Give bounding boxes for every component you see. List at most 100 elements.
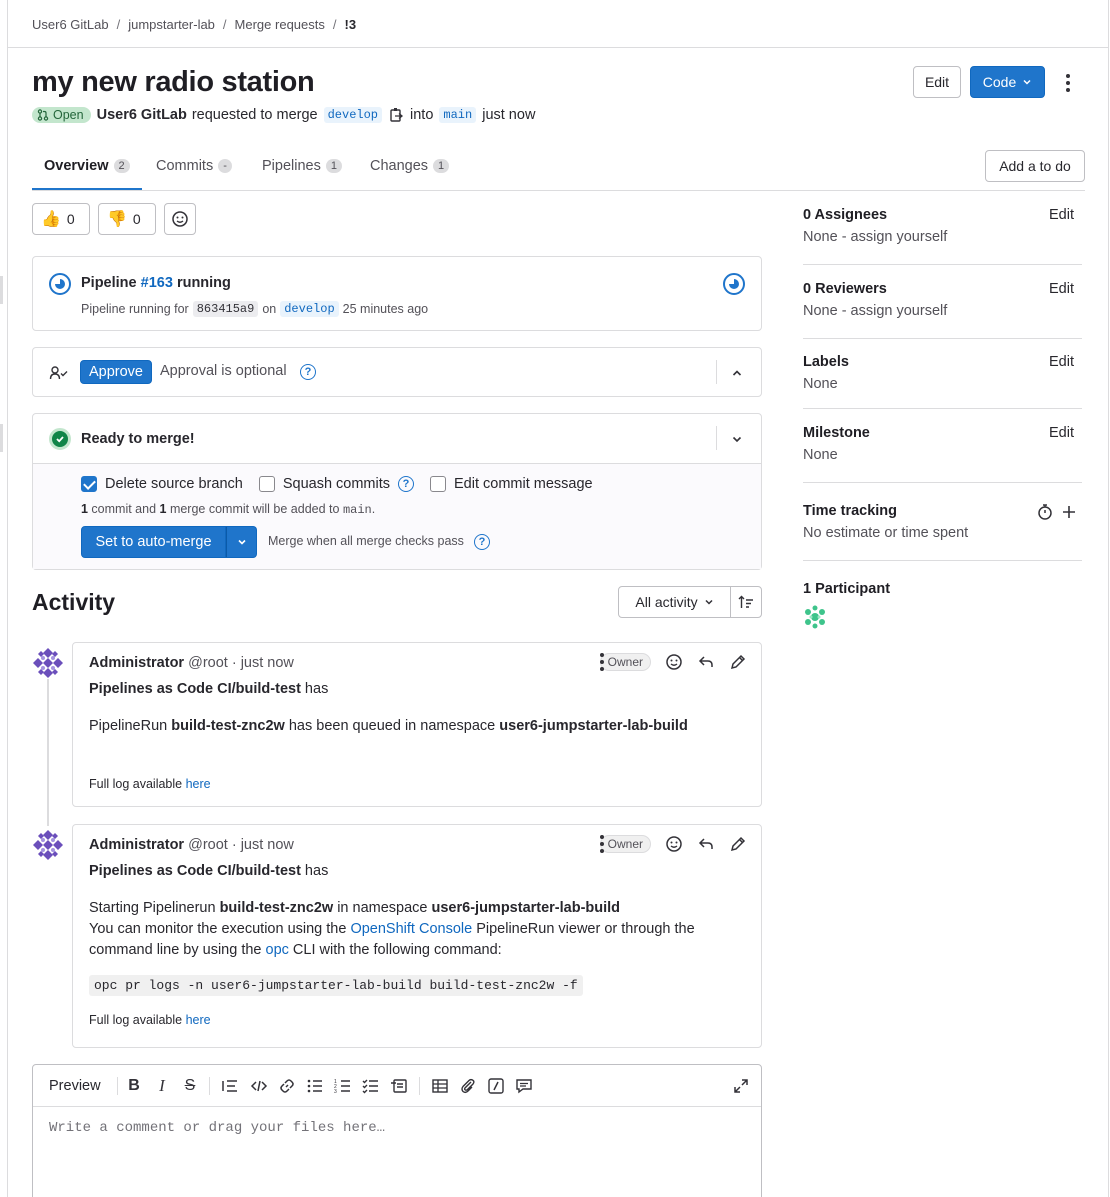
tab-commits[interactable]: Commits - — [156, 158, 232, 174]
note-header: Administrator @root · just now — [89, 655, 294, 671]
slash-command-icon[interactable] — [487, 1077, 505, 1095]
breadcrumb-current[interactable]: !3 — [345, 17, 357, 32]
into-text: into — [410, 107, 434, 123]
log-link[interactable]: here — [186, 777, 211, 791]
edit-button[interactable]: Edit — [913, 66, 961, 98]
task-list-icon[interactable] — [362, 1077, 380, 1095]
note-meta[interactable]: @root · just now — [188, 837, 294, 853]
note-meta[interactable]: @root · just now — [188, 655, 294, 671]
participant-avatar[interactable] — [803, 605, 827, 629]
tab-pipelines[interactable]: Pipelines 1 — [262, 158, 342, 174]
left-collapse-tab[interactable] — [0, 276, 3, 304]
reply-icon[interactable] — [697, 653, 715, 671]
tab-overview[interactable]: Overview 2 — [32, 158, 142, 190]
breadcrumb-item[interactable]: Merge requests — [235, 17, 325, 32]
help-icon[interactable]: ? — [474, 534, 490, 550]
italic-icon[interactable]: I — [153, 1076, 171, 1095]
bold-icon[interactable]: B — [125, 1077, 143, 1095]
note-author[interactable]: Administrator — [89, 655, 184, 671]
expand-icon[interactable] — [732, 1077, 750, 1095]
tab-label: Pipelines — [262, 158, 321, 174]
avatar[interactable] — [32, 647, 64, 679]
add-reaction-button[interactable] — [164, 203, 196, 235]
openshift-console-link[interactable]: OpenShift Console — [350, 921, 472, 937]
page-title: my new radio station — [32, 66, 315, 98]
edit-commit-message-label[interactable]: Edit commit message — [454, 476, 593, 492]
breadcrumb-item[interactable]: jumpstarter-lab — [128, 17, 215, 32]
chevron-up-icon[interactable] — [731, 367, 743, 379]
more-actions-icon[interactable] — [599, 653, 604, 671]
copy-icon[interactable] — [390, 107, 404, 123]
delete-source-checkbox[interactable] — [81, 476, 97, 492]
assignees-value[interactable]: None - assign yourself — [803, 229, 1082, 245]
edit-commit-message-checkbox[interactable] — [430, 476, 447, 492]
sort-direction-button[interactable] — [730, 586, 762, 618]
log-link[interactable]: here — [186, 1013, 211, 1027]
target-branch[interactable]: main — [439, 107, 477, 123]
check-circle-icon — [49, 428, 71, 450]
edit-milestone-button[interactable]: Edit — [1049, 425, 1074, 441]
code-dropdown-button[interactable]: Code — [970, 66, 1045, 98]
reply-icon[interactable] — [697, 835, 715, 853]
smiley-icon[interactable] — [665, 653, 683, 671]
table-icon[interactable] — [431, 1077, 449, 1095]
pipeline-branch[interactable]: develop — [280, 301, 339, 317]
chevron-down-icon[interactable] — [731, 433, 743, 445]
pipeline-link[interactable]: #163 — [141, 275, 173, 291]
numbered-list-icon[interactable]: 123 — [334, 1077, 352, 1095]
activity-filter-dropdown[interactable]: All activity — [618, 586, 731, 618]
avatar[interactable] — [32, 829, 64, 861]
auto-merge-button[interactable]: Set to auto-merge — [81, 526, 226, 558]
delete-source-label[interactable]: Delete source branch — [105, 476, 243, 492]
comment-template-icon[interactable] — [515, 1077, 533, 1095]
breadcrumb-item[interactable]: User6 GitLab — [32, 17, 109, 32]
quote-icon[interactable] — [221, 1077, 239, 1095]
left-collapse-tab[interactable] — [0, 424, 3, 452]
help-icon[interactable]: ? — [398, 476, 415, 492]
pipeline-status-icon[interactable] — [723, 273, 745, 295]
note-actions: Owner — [599, 653, 747, 671]
thumbs-up-icon: 👍 — [41, 211, 61, 228]
add-todo-button[interactable]: Add a to do — [985, 150, 1085, 182]
strikethrough-icon[interactable]: S — [181, 1077, 199, 1095]
squash-checkbox[interactable] — [258, 476, 275, 492]
reviewers-value[interactable]: None - assign yourself — [803, 303, 1082, 319]
merge-options-panel: Delete source branch Squash commits ? Ed… — [33, 463, 761, 569]
collapsible-icon[interactable] — [390, 1077, 408, 1095]
pipeline-running-icon[interactable] — [49, 273, 71, 295]
edit-labels-button[interactable]: Edit — [1049, 354, 1074, 370]
note-author[interactable]: Administrator — [89, 837, 184, 853]
plus-icon[interactable] — [1061, 504, 1077, 520]
pencil-icon[interactable] — [729, 653, 747, 671]
pencil-icon[interactable] — [729, 835, 747, 853]
edit-reviewers-button[interactable]: Edit — [1049, 281, 1074, 297]
preview-tab[interactable]: Preview — [49, 1078, 101, 1094]
smiley-icon[interactable] — [665, 835, 683, 853]
comment-input[interactable]: Write a comment or drag your files here… — [49, 1120, 385, 1136]
help-icon[interactable]: ? — [300, 364, 316, 380]
link-icon[interactable] — [278, 1077, 296, 1095]
squash-label[interactable]: Squash commits — [283, 476, 390, 492]
approve-button[interactable]: Approve — [80, 360, 152, 384]
commit-sha[interactable]: 863415a9 — [192, 301, 259, 317]
source-branch[interactable]: develop — [323, 107, 383, 123]
stopwatch-icon[interactable] — [1036, 503, 1054, 521]
note-text: You can monitor the execution using the — [89, 921, 351, 937]
tab-changes[interactable]: Changes 1 — [370, 158, 450, 174]
note-bold: user6-jumpstarter-lab-build — [499, 718, 688, 734]
more-actions-icon[interactable] — [1066, 74, 1070, 92]
thumbs-down-button[interactable]: 👎 0 — [98, 203, 156, 235]
bullet-list-icon[interactable] — [306, 1077, 324, 1095]
time-tracking-section: Time tracking No estimate or time spent — [803, 503, 1082, 561]
note-body: Pipelines as Code CI/build-test has Pipe… — [89, 679, 688, 795]
code-icon[interactable] — [250, 1077, 268, 1095]
attachment-icon[interactable] — [459, 1077, 477, 1095]
more-actions-icon[interactable] — [599, 835, 604, 853]
auto-merge-options-button[interactable] — [226, 526, 257, 558]
edit-assignees-button[interactable]: Edit — [1049, 207, 1074, 223]
opc-link[interactable]: opc — [266, 942, 289, 958]
tab-count: 2 — [113, 159, 130, 173]
thumbs-up-button[interactable]: 👍 0 — [32, 203, 90, 235]
requested-text: requested to merge — [191, 107, 318, 123]
author-link[interactable]: User6 GitLab — [97, 107, 187, 123]
